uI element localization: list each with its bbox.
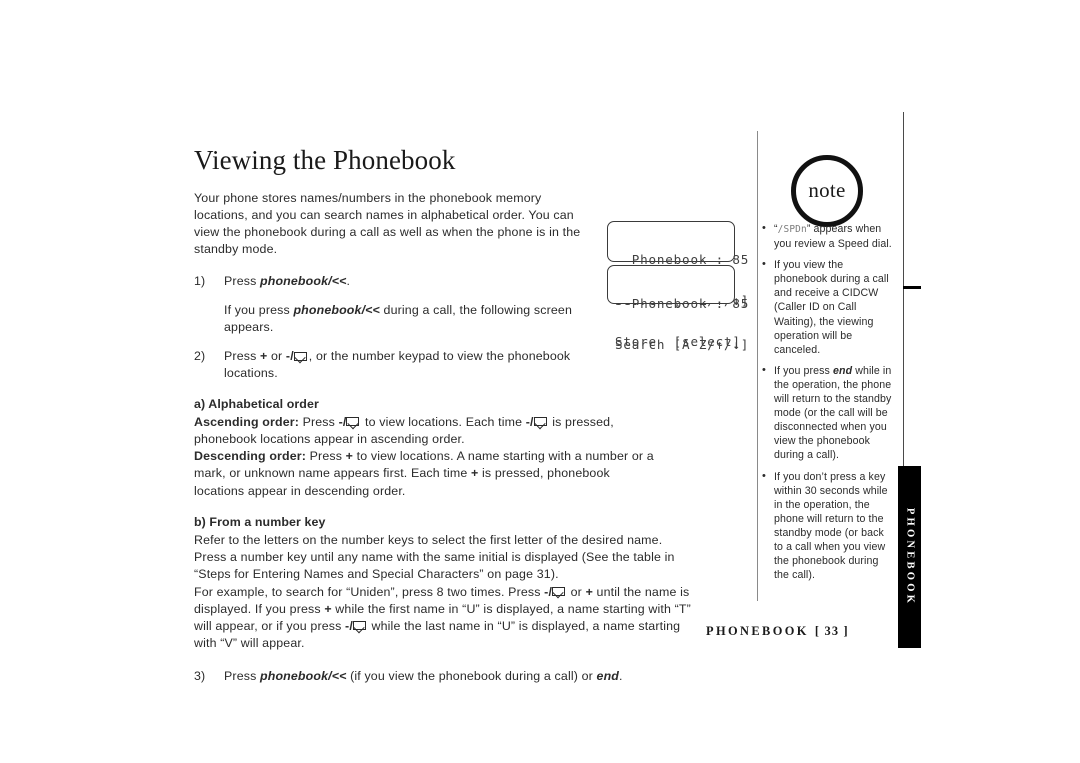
note-list-item: If you view the phonebook during a call … (762, 257, 894, 357)
descending-text-1: Press (306, 449, 346, 464)
envelope-icon (552, 587, 566, 597)
note-text-post: while in the operation, the phone will r… (774, 364, 892, 462)
note-text-pre: If you press (774, 364, 834, 377)
key-minus-label: -/ (338, 414, 347, 429)
step-3: 3) Press phonebook/<< (if you view the p… (194, 668, 684, 685)
step-3-number: 3) (194, 669, 206, 684)
page-footer: PHONEBOOK [ 33 ] (706, 624, 849, 639)
step-2: 2) Press + or -/, or the number keypad t… (194, 348, 610, 382)
descending-order-paragraph: Descending order: Press + to view locati… (194, 448, 659, 500)
note-list-item: If you press end while in the operation,… (762, 363, 894, 463)
footer-page-number: [ 33 ] (814, 624, 849, 638)
step-3-text-b: (if you view the phonebook during a call… (346, 669, 597, 684)
sidebar-notes-list: “/SPDn” appears when you review a Speed … (762, 221, 894, 589)
section-b-heading: b) From a number key (194, 514, 326, 529)
step-1: 1) Press phonebook/<<. (194, 273, 610, 290)
intro-paragraph: Your phone stores names/numbers in the p… (194, 190, 581, 257)
document-page: Viewing the Phonebook Your phone stores … (0, 0, 1080, 763)
key-plus-label: + (585, 584, 593, 599)
step-3-text-a: Press (224, 669, 261, 684)
step-2-text-b: or (267, 349, 286, 364)
ascending-order-label: Ascending order: (194, 414, 299, 429)
footer-section-name: PHONEBOOK (706, 624, 809, 638)
step-3-text-c: . (619, 669, 623, 684)
envelope-icon (533, 417, 547, 427)
step-1-note: If you press phonebook/<< during a call,… (194, 302, 610, 336)
step-1-text-pre: Press (224, 273, 261, 288)
ascending-text-1: Press (298, 414, 339, 429)
step-2-number: 2) (194, 349, 206, 364)
step-1-note-pre: If you press (224, 302, 294, 317)
step-1-number: 1) (194, 273, 206, 288)
envelope-icon (293, 351, 307, 361)
side-tab-label: PHONEBOOK (904, 507, 915, 607)
section-b-text-b: or (567, 584, 586, 599)
note-badge-icon: note (791, 155, 863, 227)
lcd-screen-1: Phonebook : 85 Search [A-Z/↑/↓] Store [s… (607, 221, 748, 348)
note-list-item: “/SPDn” appears when you review a Speed … (762, 221, 894, 251)
page-title: Viewing the Phonebook (194, 145, 456, 175)
step-2-text-a: Press (224, 349, 261, 364)
ascending-text-2: to view locations. Each time (361, 414, 526, 429)
envelope-icon (352, 621, 366, 631)
lcd-screen-2: Phonebook : 85 Search [A-Z/↑/↓] (607, 265, 748, 351)
key-minus-label: -/ (544, 584, 553, 599)
lcd-line: Phonebook : 85 (615, 296, 750, 312)
key-phonebook-label: phonebook/<< (260, 273, 347, 288)
section-a-heading: a) Alphabetical order (194, 396, 319, 411)
key-minus-label: -/ (525, 414, 534, 429)
key-plus-label: + (324, 601, 332, 616)
vertical-divider (757, 131, 759, 601)
step-1-text-post: . (346, 273, 351, 288)
lcd-indicator-text: /SPDn (777, 224, 807, 235)
section-b-text-a: For example, to search for “Uniden”, pre… (194, 584, 545, 599)
key-end-label: end (596, 669, 620, 684)
key-end-label: end (833, 364, 853, 377)
section-b-paragraph-1: Refer to the letters on the number keys … (194, 532, 675, 582)
section-b-paragraph-2: For example, to search for “Uniden”, pre… (194, 584, 694, 653)
ascending-order-paragraph: Ascending order: Press -/ to view locati… (194, 414, 659, 448)
key-phonebook-label: phonebook/<< (293, 302, 380, 317)
note-list-item: If you don’t press a key within 30 secon… (762, 469, 894, 583)
descending-order-label: Descending order: (194, 449, 307, 464)
key-phonebook-label: phonebook/<< (260, 669, 347, 684)
key-minus-label: -/ (285, 349, 294, 364)
section-side-tab: PHONEBOOK (898, 466, 921, 648)
lcd-line: Search [A-Z/↑/↓] (615, 336, 750, 352)
key-plus-label: + (345, 449, 354, 464)
envelope-icon (346, 417, 360, 427)
key-minus-label: -/ (345, 618, 353, 633)
note-badge-label: note (808, 177, 846, 202)
horizontal-tick-rule (903, 286, 921, 289)
